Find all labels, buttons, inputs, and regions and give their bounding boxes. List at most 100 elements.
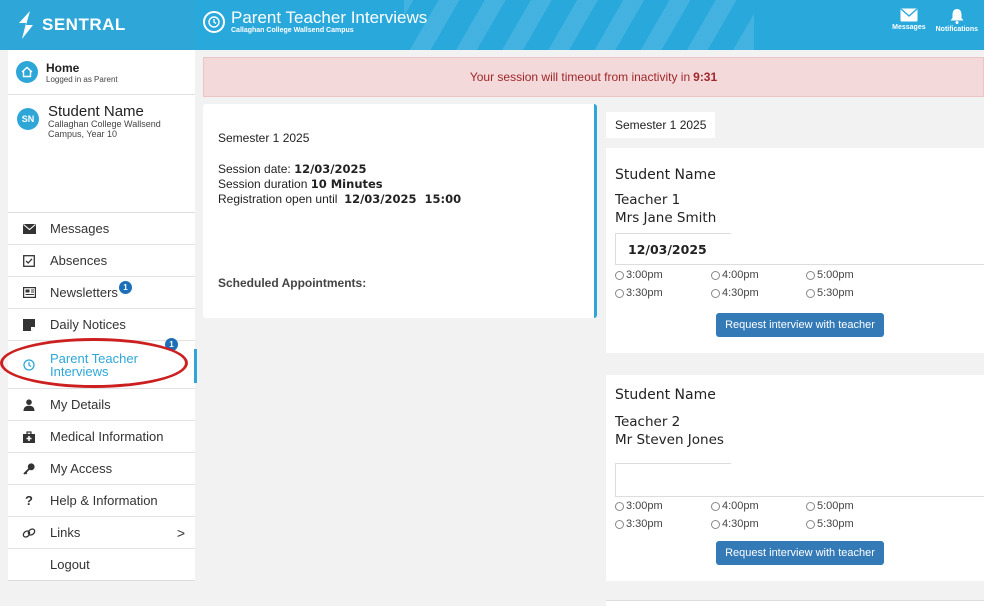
sidebar-item-my-details[interactable]: My Details xyxy=(8,389,195,421)
teacher-number: Teacher 2 xyxy=(615,414,681,430)
session-timeout-banner: Your session will timeout from inactivit… xyxy=(203,57,984,97)
interview-date-tab[interactable] xyxy=(615,463,984,497)
time-slot-radio[interactable]: 3:00pm xyxy=(615,269,711,281)
bell-icon xyxy=(950,9,964,24)
interview-date-tab[interactable]: 12/03/2025 xyxy=(615,233,984,265)
radio-button[interactable] xyxy=(615,501,624,511)
home-link[interactable]: Home Logged in as Parent xyxy=(8,50,195,95)
teacher-card-student: Student Name xyxy=(615,167,716,183)
teacher-card-student: Student Name xyxy=(615,387,716,403)
sidebar-item-help-information[interactable]: ? Help & Information xyxy=(8,485,195,517)
time-slot-radio[interactable]: 5:30pm xyxy=(806,518,902,530)
sidebar-item-messages[interactable]: Messages xyxy=(8,213,195,245)
request-interview-button[interactable]: Request interview with teacher xyxy=(716,541,884,565)
session-date-row: Session date: 12/03/2025 xyxy=(218,162,594,177)
interviews-badge: 1 xyxy=(165,338,178,351)
notifications-button[interactable]: Notifications xyxy=(936,8,978,33)
time-slot-radio[interactable]: 4:00pm xyxy=(711,500,806,512)
note-icon xyxy=(20,318,38,332)
clock-icon xyxy=(203,10,225,33)
page-subtitle: Callaghan College Wallsend Campus xyxy=(231,27,354,34)
sentral-logo[interactable]: SENTRAL xyxy=(0,0,195,50)
newspaper-icon xyxy=(20,286,38,300)
envelope-icon xyxy=(900,8,918,22)
sidebar-item-label: Medical Information xyxy=(50,429,164,444)
radio-button[interactable] xyxy=(711,288,720,298)
notifications-label: Notifications xyxy=(935,26,978,33)
newsletters-badge: 1 xyxy=(119,281,132,294)
sidebar-item-label: Logout xyxy=(50,557,90,572)
sidebar-item-label: Messages xyxy=(50,221,110,236)
radio-button[interactable] xyxy=(711,501,720,511)
radio-button[interactable] xyxy=(806,501,815,511)
sidebar-item-label: Links xyxy=(50,525,81,540)
session-duration-row: Session duration 10 Minutes xyxy=(218,177,594,192)
sidebar-item-label: Newsletters xyxy=(50,285,118,300)
home-icon xyxy=(16,61,38,83)
page-title: Parent Teacher Interviews xyxy=(231,8,428,27)
time-slot-radio[interactable]: 3:30pm xyxy=(615,287,711,299)
sidebar-item-label: Daily Notices xyxy=(50,317,126,332)
student-name: Student Name xyxy=(48,103,144,120)
session-date-label: Session date: xyxy=(218,162,291,176)
session-date-value: 12/03/2025 xyxy=(294,162,367,176)
radio-button[interactable] xyxy=(806,270,815,280)
question-icon: ? xyxy=(25,493,33,508)
request-interview-button[interactable]: Request interview with teacher xyxy=(716,313,884,337)
registration-value: 12/03/2025 15:00 xyxy=(344,192,462,206)
messages-label: Messages xyxy=(892,24,926,31)
checkbox-icon xyxy=(20,254,38,268)
teacher-card: Student Name Teacher 2 Mr Steven Jones 3… xyxy=(606,375,984,581)
link-icon xyxy=(20,526,38,540)
sidebar-item-daily-notices[interactable]: Daily Notices xyxy=(8,309,195,341)
teacher-number: Teacher 1 xyxy=(615,192,681,208)
sidebar-item-logout[interactable]: Logout xyxy=(8,549,195,581)
sidebar-item-my-access[interactable]: My Access xyxy=(8,453,195,485)
chevron-right-icon: > xyxy=(176,525,185,541)
student-profile[interactable]: SN Student Name Callaghan College Wallse… xyxy=(8,95,195,213)
time-slot-radio[interactable]: 5:30pm xyxy=(806,287,902,299)
person-icon xyxy=(20,398,38,412)
next-teacher-card xyxy=(606,600,984,606)
sidebar-item-label: My Access xyxy=(50,461,113,476)
sidebar-item-label: My Details xyxy=(50,397,111,412)
sentral-logo-icon xyxy=(16,11,36,39)
top-bar: SENTRAL Parent Teacher Interviews Callag… xyxy=(0,0,984,50)
messages-button[interactable]: Messages xyxy=(892,8,926,33)
registration-label: Registration open until xyxy=(218,192,338,206)
sidebar-item-absences[interactable]: Absences xyxy=(8,245,195,277)
registration-row: Registration open until 12/03/2025 15:00 xyxy=(218,192,594,207)
time-slot-radio[interactable]: 4:00pm xyxy=(711,269,806,281)
radio-button[interactable] xyxy=(615,288,624,298)
radio-button[interactable] xyxy=(711,270,720,280)
home-title: Home xyxy=(46,60,80,75)
time-slot-radio[interactable]: 3:30pm xyxy=(615,518,711,530)
time-slot-radio[interactable]: 5:00pm xyxy=(806,269,902,281)
envelope-icon xyxy=(20,222,38,236)
radio-button[interactable] xyxy=(806,519,815,529)
time-slot-radio[interactable]: 3:00pm xyxy=(615,500,711,512)
sidebar: Home Logged in as Parent SN Student Name… xyxy=(8,50,197,581)
interview-date: 12/03/2025 xyxy=(628,241,707,257)
time-slot-radio[interactable]: 5:00pm xyxy=(806,500,902,512)
sidebar-item-label: Absences xyxy=(50,253,108,268)
medical-kit-icon xyxy=(20,430,38,444)
sidebar-item-links[interactable]: Links > xyxy=(8,517,195,549)
teacher-name: Mrs Jane Smith xyxy=(615,210,717,226)
sidebar-item-newsletters[interactable]: Newsletters 1 xyxy=(8,277,195,309)
home-subtitle: Logged in as Parent xyxy=(46,74,118,84)
sidebar-item-parent-teacher-interviews[interactable]: Parent Teacher Interviews 1 xyxy=(8,338,197,389)
time-slot-radio[interactable]: 4:30pm xyxy=(711,287,806,299)
sidebar-menu: Messages Absences Newsletters 1 Daily No… xyxy=(8,213,197,581)
time-slot-radio[interactable]: 4:30pm xyxy=(711,518,806,530)
sidebar-item-medical-information[interactable]: Medical Information xyxy=(8,421,195,453)
session-semester: Semester 1 2025 xyxy=(218,131,310,145)
radio-button[interactable] xyxy=(615,519,624,529)
sidebar-item-label: Help & Information xyxy=(50,493,158,508)
radio-button[interactable] xyxy=(615,270,624,280)
radio-button[interactable] xyxy=(711,519,720,529)
header-decoration xyxy=(404,0,754,50)
right-semester-label: Semester 1 2025 xyxy=(606,112,716,138)
scheduled-appointments-heading: Scheduled Appointments: xyxy=(218,276,367,290)
radio-button[interactable] xyxy=(806,288,815,298)
